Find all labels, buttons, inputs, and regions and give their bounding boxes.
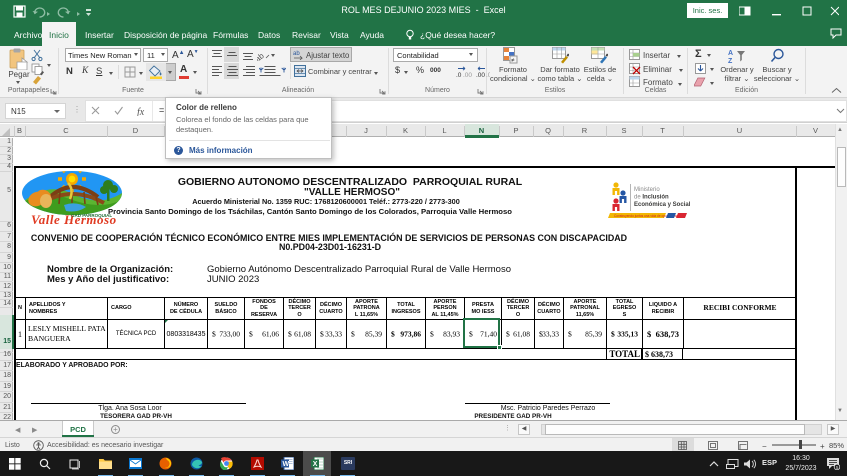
svg-text:fx: fx xyxy=(137,107,145,116)
svg-text:ab: ab xyxy=(257,51,266,61)
svg-text:Económica y Social: Económica y Social xyxy=(634,202,691,208)
svg-text:A: A xyxy=(728,50,733,57)
svg-text:de Inclusión: de Inclusión xyxy=(634,195,669,201)
svg-text:.00: .00 xyxy=(463,72,472,78)
svg-text:.0: .0 xyxy=(456,72,462,78)
svg-text:Z: Z xyxy=(728,58,733,63)
svg-text:ab: ab xyxy=(293,51,300,57)
svg-text:W: W xyxy=(283,461,290,468)
svg-text:Ministerio: Ministerio xyxy=(634,187,660,193)
svg-text:X: X xyxy=(313,461,318,468)
